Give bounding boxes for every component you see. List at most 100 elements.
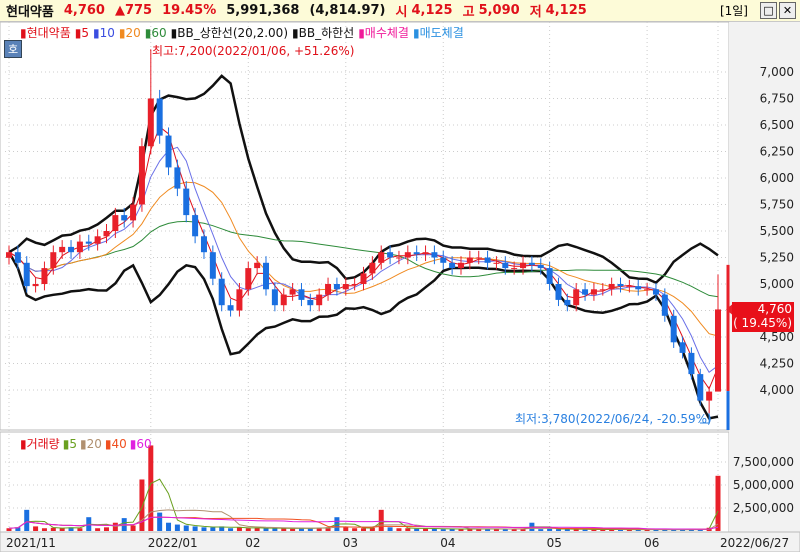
legend-item[interactable]: ▮BB_상한선(20,2.00) bbox=[171, 26, 288, 40]
volume-tick-label: 7,500,000 bbox=[733, 455, 794, 469]
candle-body bbox=[200, 236, 207, 253]
candle-body bbox=[599, 289, 606, 291]
volume-bar bbox=[396, 528, 402, 531]
hoga-button[interactable]: 호 bbox=[4, 40, 22, 58]
current-price-pct: ( 19.45%) bbox=[733, 316, 792, 330]
candle-body bbox=[165, 135, 172, 168]
price-tick-label: 7,000 bbox=[760, 65, 794, 79]
candle-body bbox=[263, 262, 270, 290]
volume-tick-label: 2,500,000 bbox=[733, 501, 794, 515]
price-tick-label: 6,000 bbox=[760, 171, 794, 185]
volume-bar bbox=[130, 525, 136, 531]
x-tick-label: 05 bbox=[547, 536, 562, 550]
candle-body bbox=[440, 257, 447, 263]
candle-body bbox=[218, 278, 225, 306]
candle-body bbox=[59, 246, 66, 253]
candle-body bbox=[670, 315, 677, 343]
volume-bar bbox=[103, 527, 109, 531]
candle-body bbox=[457, 262, 464, 269]
price-chart[interactable]: 4,0004,2504,5004,7505,0005,2505,5005,750… bbox=[0, 0, 800, 552]
legend-item[interactable]: ▮60 bbox=[130, 437, 152, 451]
legend-item[interactable]: ▮60 bbox=[145, 26, 167, 40]
volume-bar bbox=[41, 528, 47, 531]
candle-body bbox=[626, 286, 633, 288]
legend-item[interactable]: ▮20 bbox=[80, 437, 102, 451]
legend-item[interactable]: ▮40 bbox=[105, 437, 127, 451]
candle-body bbox=[307, 299, 314, 306]
volume-bar bbox=[24, 509, 30, 531]
candle-body bbox=[422, 252, 429, 255]
candle-body bbox=[564, 299, 571, 306]
volume-bar bbox=[59, 528, 65, 531]
candle-body bbox=[138, 146, 145, 205]
x-tick-label: 2022/01 bbox=[148, 536, 198, 550]
volume-bar bbox=[192, 526, 198, 531]
candle-body bbox=[369, 262, 376, 274]
volume-bar bbox=[547, 528, 553, 531]
volume-bar bbox=[33, 526, 39, 531]
candle-body bbox=[466, 257, 473, 263]
legend-item[interactable]: ▮매수체결 bbox=[358, 26, 409, 40]
legend-item[interactable]: ▮5 bbox=[63, 437, 77, 451]
legend-item[interactable]: ▮현대약품 bbox=[20, 26, 71, 40]
volume-bar bbox=[538, 529, 544, 531]
volume-legend: ▮거래량 ▮5 ▮20 ▮40 ▮60 bbox=[20, 435, 155, 452]
x-tick-label: 03 bbox=[343, 536, 358, 550]
x-tick-label: 02 bbox=[245, 536, 260, 550]
candle-body bbox=[502, 262, 509, 269]
candle-body bbox=[697, 374, 704, 401]
volume-bar bbox=[715, 475, 721, 531]
candle-body bbox=[652, 289, 659, 295]
candle-body bbox=[280, 294, 287, 306]
volume-bar bbox=[95, 528, 101, 531]
volume-bar bbox=[174, 524, 180, 531]
volume-bar bbox=[343, 527, 349, 531]
candle-body bbox=[520, 262, 527, 269]
candle-body bbox=[404, 252, 411, 258]
candle-body bbox=[183, 188, 190, 216]
volume-bar bbox=[77, 528, 83, 531]
candle-body bbox=[68, 246, 75, 253]
price-tick-label: 6,500 bbox=[760, 118, 794, 132]
candle-body bbox=[298, 289, 305, 300]
candle-body bbox=[635, 286, 642, 290]
price-legend: ▮현대약품 ▮5 ▮10 ▮20 ▮60 ▮BB_상한선(20,2.00) ▮BB_하한선 ▮… bbox=[20, 24, 468, 41]
legend-item[interactable]: ▮BB_하한선 bbox=[292, 26, 354, 40]
volume-bar bbox=[272, 528, 278, 531]
candle-body bbox=[76, 241, 83, 253]
candle-body bbox=[209, 252, 216, 279]
candle-body bbox=[688, 352, 695, 375]
candle-body bbox=[351, 284, 358, 285]
max-annotation: 최고:7,200(2022/01/06, +51.26%) bbox=[152, 44, 355, 58]
legend-item[interactable]: ▮5 bbox=[75, 26, 89, 40]
candle-body bbox=[316, 294, 323, 306]
candle-body bbox=[112, 215, 119, 231]
volume-bar bbox=[361, 528, 366, 531]
volume-bar bbox=[431, 528, 437, 531]
price-tick-label: 5,750 bbox=[760, 198, 794, 212]
price-tick-label: 4,000 bbox=[760, 383, 794, 397]
volume-bar bbox=[157, 512, 163, 531]
candle-body bbox=[608, 284, 615, 290]
volume-bar bbox=[263, 528, 269, 531]
x-tick-label: 2021/11 bbox=[6, 536, 56, 550]
legend-item[interactable]: ▮거래량 bbox=[20, 437, 60, 451]
candle-body bbox=[147, 98, 154, 147]
candle-body bbox=[236, 289, 243, 311]
candle-body bbox=[484, 257, 491, 263]
candle-body bbox=[271, 289, 278, 306]
x-axis-area bbox=[0, 531, 800, 552]
candle-body bbox=[475, 257, 482, 259]
candle-body bbox=[528, 262, 535, 265]
candle-body bbox=[555, 284, 562, 300]
x-tick-label: 04 bbox=[440, 536, 455, 550]
legend-item[interactable]: ▮매도체결 bbox=[413, 26, 464, 40]
volume-bar bbox=[414, 528, 420, 531]
legend-item[interactable]: ▮20 bbox=[119, 26, 141, 40]
price-tick-label: 5,000 bbox=[760, 277, 794, 291]
price-tick-label: 4,250 bbox=[760, 357, 794, 371]
volume-bar bbox=[50, 527, 56, 531]
volume-bar bbox=[290, 528, 296, 531]
candle-body bbox=[333, 284, 340, 290]
legend-item[interactable]: ▮10 bbox=[93, 26, 115, 40]
